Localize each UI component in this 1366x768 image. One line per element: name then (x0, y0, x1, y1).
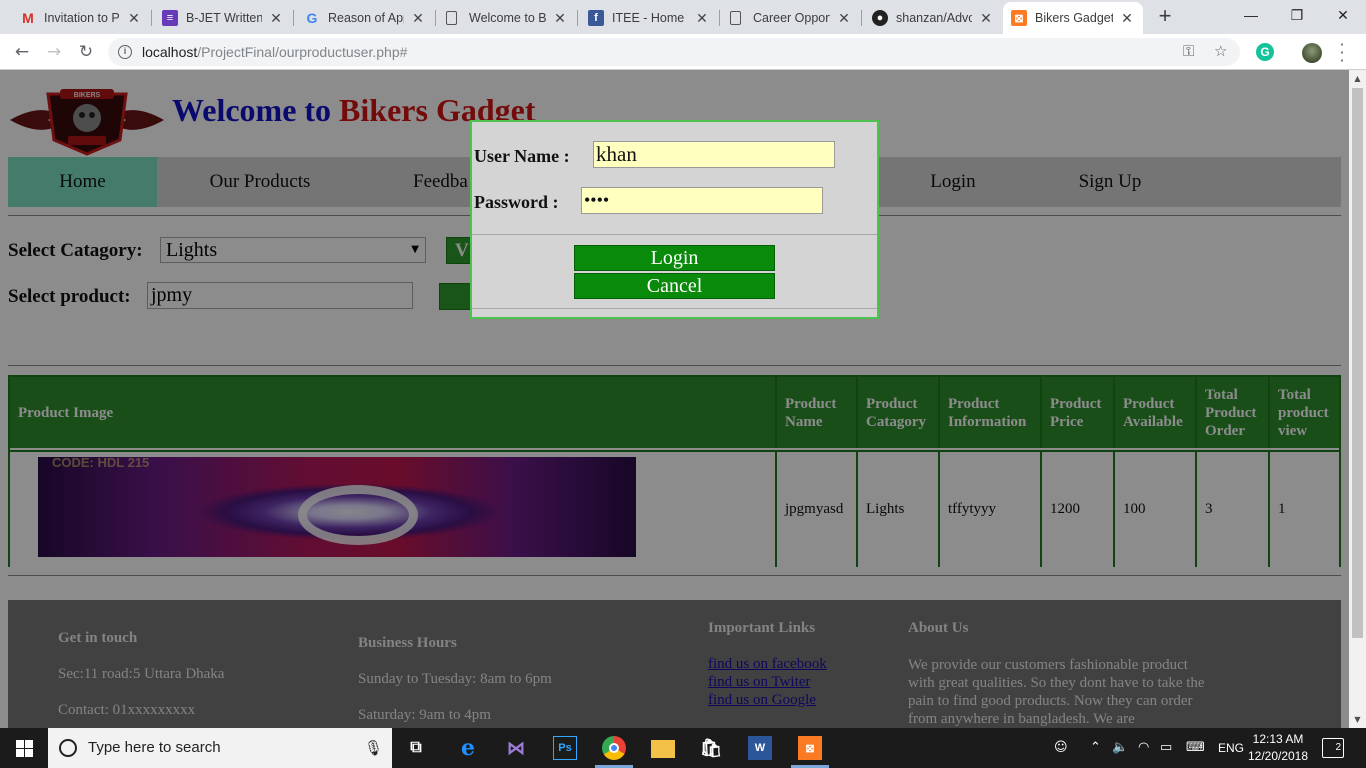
key-icon[interactable]: ⚿ (1183, 42, 1194, 60)
facebook-icon: f (588, 10, 604, 26)
gmail-icon: M (22, 10, 34, 26)
word-icon[interactable]: W (748, 736, 772, 760)
page-icon (730, 11, 741, 25)
tab-github[interactable]: ● shanzan/Advo ✕ (864, 2, 1002, 34)
tab-itee[interactable]: f ITEE - Home ✕ (580, 2, 718, 34)
taskbar: Type here to search 🎙 ⧉ e ⋈ Ps 🛍 W ⊠ ☺ ⌃… (0, 728, 1366, 768)
tab-close-icon[interactable]: ✕ (552, 10, 568, 27)
cancel-button[interactable]: Cancel (574, 273, 775, 299)
microphone-icon[interactable]: 🎙 (364, 728, 383, 768)
scroll-up-icon[interactable]: ▲ (1349, 70, 1366, 87)
taskbar-search-box[interactable]: Type here to search 🎙 (48, 728, 392, 768)
username-label: User Name : (474, 146, 570, 166)
system-clock[interactable]: 12:13 AM 12/20/2018 (1246, 731, 1310, 765)
tab-welcome[interactable]: Welcome to B ✕ (438, 2, 576, 34)
tab-reason[interactable]: G Reason of App ✕ (296, 2, 434, 34)
close-window-button[interactable]: ✕ (1320, 0, 1366, 30)
back-icon[interactable]: ← (10, 40, 34, 64)
username-input[interactable]: khan (593, 141, 835, 168)
tab-close-icon[interactable]: ✕ (836, 10, 852, 27)
new-tab-button[interactable]: + (1152, 4, 1178, 30)
grammarly-icon[interactable]: G (1256, 43, 1274, 61)
info-icon[interactable]: i (118, 45, 132, 59)
login-dialog: User Name : khan Password : •••• Login C… (470, 120, 879, 319)
cortana-icon (59, 739, 77, 757)
notification-center-icon[interactable]: 2 (1322, 738, 1344, 758)
scrollbar-thumb[interactable] (1352, 88, 1363, 638)
page-icon (446, 11, 457, 25)
windows-start-button[interactable] (0, 728, 48, 768)
forward-icon[interactable]: → (42, 40, 66, 64)
scroll-down-icon[interactable]: ▼ (1349, 711, 1366, 728)
chrome-icon[interactable] (602, 736, 626, 760)
battery-icon[interactable]: ▭ (1160, 728, 1172, 768)
maximize-button[interactable]: ❐ (1274, 0, 1320, 30)
bookmark-star-icon[interactable]: ☆ (1214, 42, 1227, 60)
file-explorer-icon[interactable] (651, 740, 675, 758)
tab-close-icon[interactable]: ✕ (694, 10, 710, 27)
minimize-button[interactable]: — (1228, 0, 1274, 30)
tab-close-icon[interactable]: ✕ (268, 10, 284, 27)
reload-icon[interactable]: ↻ (74, 40, 98, 64)
tab-close-icon[interactable]: ✕ (410, 10, 426, 27)
people-icon[interactable]: ☺ (1054, 728, 1068, 768)
page-scrollbar[interactable]: ▲ ▼ (1349, 70, 1366, 728)
photoshop-icon[interactable]: Ps (553, 736, 577, 760)
dialog-divider (472, 308, 877, 309)
edge-icon[interactable]: e (456, 735, 480, 761)
page-viewport: BIKERS Welcome to Bikers Gadget Home Our… (0, 70, 1349, 728)
github-icon: ● (872, 10, 888, 26)
volume-icon[interactable]: 🔈 (1112, 728, 1128, 768)
xampp-taskbar-icon[interactable]: ⊠ (798, 736, 822, 760)
password-label: Password : (474, 192, 559, 212)
tab-close-icon[interactable]: ✕ (1119, 10, 1135, 27)
address-bar[interactable]: i localhost/ProjectFinal/ourproductuser.… (108, 38, 1240, 66)
tray-chevron-icon[interactable]: ⌃ (1090, 728, 1101, 768)
browser-toolbar: ← → ↻ i localhost/ProjectFinal/ourproduc… (0, 34, 1366, 70)
dialog-divider (472, 234, 877, 235)
tab-gmail[interactable]: M Invitation to Pa ✕ (12, 2, 150, 34)
task-view-icon[interactable]: ⧉ (404, 736, 428, 760)
xampp-icon: ⊠ (1011, 10, 1027, 26)
google-icon: G (306, 10, 318, 26)
menu-icon[interactable]: · · · (1337, 37, 1347, 69)
store-icon[interactable]: 🛍 (699, 736, 723, 760)
language-indicator[interactable]: ENG (1218, 728, 1244, 768)
login-button[interactable]: Login (574, 245, 775, 271)
visual-studio-icon[interactable]: ⋈ (504, 736, 528, 760)
wifi-icon[interactable]: ◠ (1138, 728, 1149, 768)
browser-tab-strip: M Invitation to Pa ✕ ≡ B-JET Written E ✕… (0, 0, 1366, 34)
tab-close-icon[interactable]: ✕ (978, 10, 994, 27)
keyboard-icon[interactable]: ⌨ (1186, 728, 1205, 768)
password-input[interactable]: •••• (581, 187, 823, 214)
profile-avatar[interactable] (1302, 43, 1322, 63)
tab-bjet[interactable]: ≡ B-JET Written E ✕ (154, 2, 292, 34)
tab-close-icon[interactable]: ✕ (126, 10, 142, 27)
forms-icon: ≡ (162, 10, 178, 26)
tab-bikers-gadget[interactable]: ⊠ Bikers Gadget ✕ (1003, 2, 1143, 34)
tab-career[interactable]: Career Opport ✕ (722, 2, 860, 34)
